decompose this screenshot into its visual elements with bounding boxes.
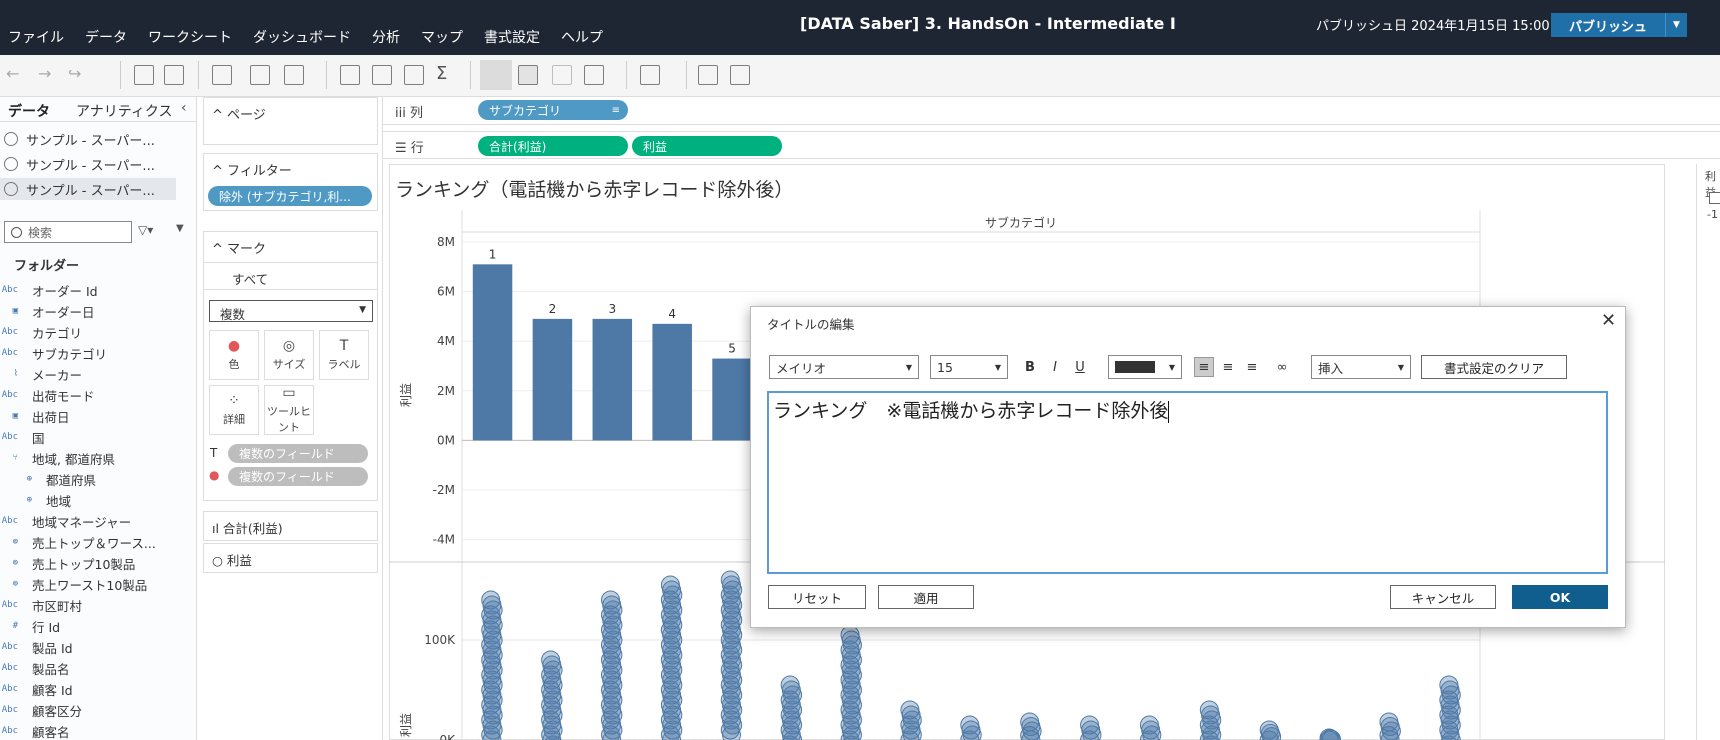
underline-button[interactable]: U — [1070, 357, 1090, 377]
y-tick-label: 4M — [437, 334, 455, 348]
scatter-point — [721, 725, 741, 740]
chevron-down-icon: ▼ — [994, 362, 1001, 372]
font-color-select[interactable]: ▼ — [1108, 355, 1182, 379]
y-axis-label: 利益 — [399, 713, 413, 737]
reset-button[interactable]: リセット — [768, 585, 866, 609]
bar — [472, 264, 513, 441]
align-left-icon[interactable]: ≡ — [1194, 357, 1214, 377]
font-size-select[interactable]: 15 ▼ — [930, 355, 1008, 379]
y-tick-label: -4M — [433, 533, 455, 547]
close-icon[interactable]: ✕ — [1601, 310, 1616, 331]
chevron-down-icon: ▼ — [1397, 362, 1404, 372]
align-center-icon[interactable]: ≡ — [1218, 357, 1238, 377]
bar — [532, 318, 573, 441]
y-axis-label: 利益 — [399, 383, 413, 407]
font-select[interactable]: メイリオ ▼ — [769, 355, 919, 379]
text-caret — [1168, 400, 1170, 423]
apply-button[interactable]: 適用 — [878, 585, 974, 609]
link-icon[interactable]: ∞ — [1272, 357, 1292, 377]
bold-button[interactable]: B — [1020, 357, 1040, 377]
bar-rank-label: 1 — [489, 247, 497, 261]
bar — [592, 318, 633, 441]
chevron-down-icon: ▼ — [1168, 362, 1175, 372]
clear-format-button[interactable]: 書式設定のクリア — [1421, 355, 1567, 379]
y-tick-label: 8M — [437, 235, 455, 249]
bar-rank-label: 2 — [549, 302, 557, 316]
font-size-value: 15 — [937, 359, 953, 375]
bar — [712, 358, 752, 441]
ok-button[interactable]: OK — [1512, 585, 1608, 609]
align-right-icon[interactable]: ≡ — [1242, 357, 1262, 377]
edit-title-dialog: タイトルの編集 ✕ メイリオ ▼ 15 ▼ B I U ▼ ≡ ≡ ≡ ∞ 挿入 ▼ … — [750, 306, 1626, 628]
dialog-title: タイトルの編集 — [767, 317, 855, 332]
y-tick-label: 100K — [424, 633, 456, 647]
chevron-down-icon: ▼ — [905, 362, 912, 372]
bar-rank-label: 3 — [608, 302, 616, 316]
color-swatch — [1115, 361, 1155, 373]
legend-swatch — [1709, 192, 1720, 204]
legend-panel: 利益 -1 — [1696, 164, 1720, 740]
insert-select[interactable]: 挿入 ▼ — [1311, 355, 1411, 379]
legend-value: -1 — [1707, 208, 1718, 221]
title-editor[interactable]: ランキング ※電話機から赤字レコード除外後 — [767, 391, 1608, 574]
y-tick-label: 0M — [437, 433, 455, 447]
y-tick-label: 2M — [437, 384, 455, 398]
bar — [652, 323, 692, 441]
tableau-app: ファイル データ ワークシート ダッシュボード 分析 マップ 書式設定 ヘルプ … — [0, 0, 1720, 740]
bar-rank-label: 5 — [728, 342, 736, 356]
y-tick-label: 0K — [439, 733, 456, 740]
italic-button[interactable]: I — [1045, 357, 1065, 377]
y-tick-label: 6M — [437, 285, 455, 299]
insert-label: 挿入 — [1318, 360, 1344, 376]
editor-text: ランキング ※電話機から赤字レコード除外後 — [773, 400, 1169, 422]
font-value: メイリオ — [776, 360, 827, 376]
column-header: サブカテゴリ — [985, 215, 1057, 230]
y-tick-label: -2M — [433, 483, 455, 497]
cancel-button[interactable]: キャンセル — [1390, 585, 1496, 609]
bar-rank-label: 4 — [668, 307, 676, 321]
